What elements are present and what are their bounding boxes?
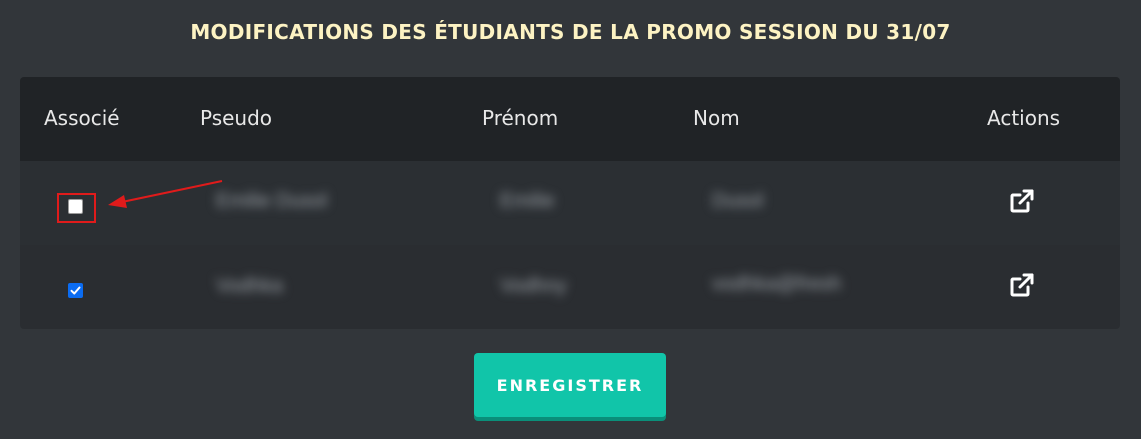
table-row: Emilie Dusol Emilie Dusol xyxy=(20,161,1120,245)
header-pseudo: Pseudo xyxy=(200,106,273,130)
page-title: MODIFICATIONS DES ÉTUDIANTS DE LA PROMO … xyxy=(190,20,951,44)
header-actions: Actions xyxy=(987,106,1061,130)
page: MODIFICATIONS DES ÉTUDIANTS DE LA PROMO … xyxy=(0,0,1141,439)
external-link-icon[interactable] xyxy=(1008,272,1036,300)
prenom-cell: Emilie xyxy=(500,190,555,212)
associe-checkbox-checked[interactable] xyxy=(68,283,83,298)
external-link-icon[interactable] xyxy=(1008,188,1036,216)
nom-cell: Dusol xyxy=(712,190,764,212)
header-prenom: Prénom xyxy=(482,106,559,130)
nom-cell: vodhka@fresh xyxy=(712,273,842,295)
table-header: Associé Pseudo Prénom Nom Actions xyxy=(20,77,1120,161)
pseudo-cell: Emilie Dusol xyxy=(216,190,328,212)
checkmark-icon xyxy=(70,286,81,295)
pseudo-cell: Vodhka xyxy=(216,275,283,297)
header-nom: Nom xyxy=(693,106,740,130)
annotation-highlight-box xyxy=(57,193,96,223)
table-row: Vodhka Vodhny vodhka@fresh xyxy=(20,245,1120,329)
prenom-cell: Vodhny xyxy=(500,275,567,297)
students-table: Associé Pseudo Prénom Nom Actions Emilie… xyxy=(20,77,1120,329)
header-associe: Associé xyxy=(44,106,120,130)
save-button[interactable]: ENREGISTRER xyxy=(474,353,666,417)
